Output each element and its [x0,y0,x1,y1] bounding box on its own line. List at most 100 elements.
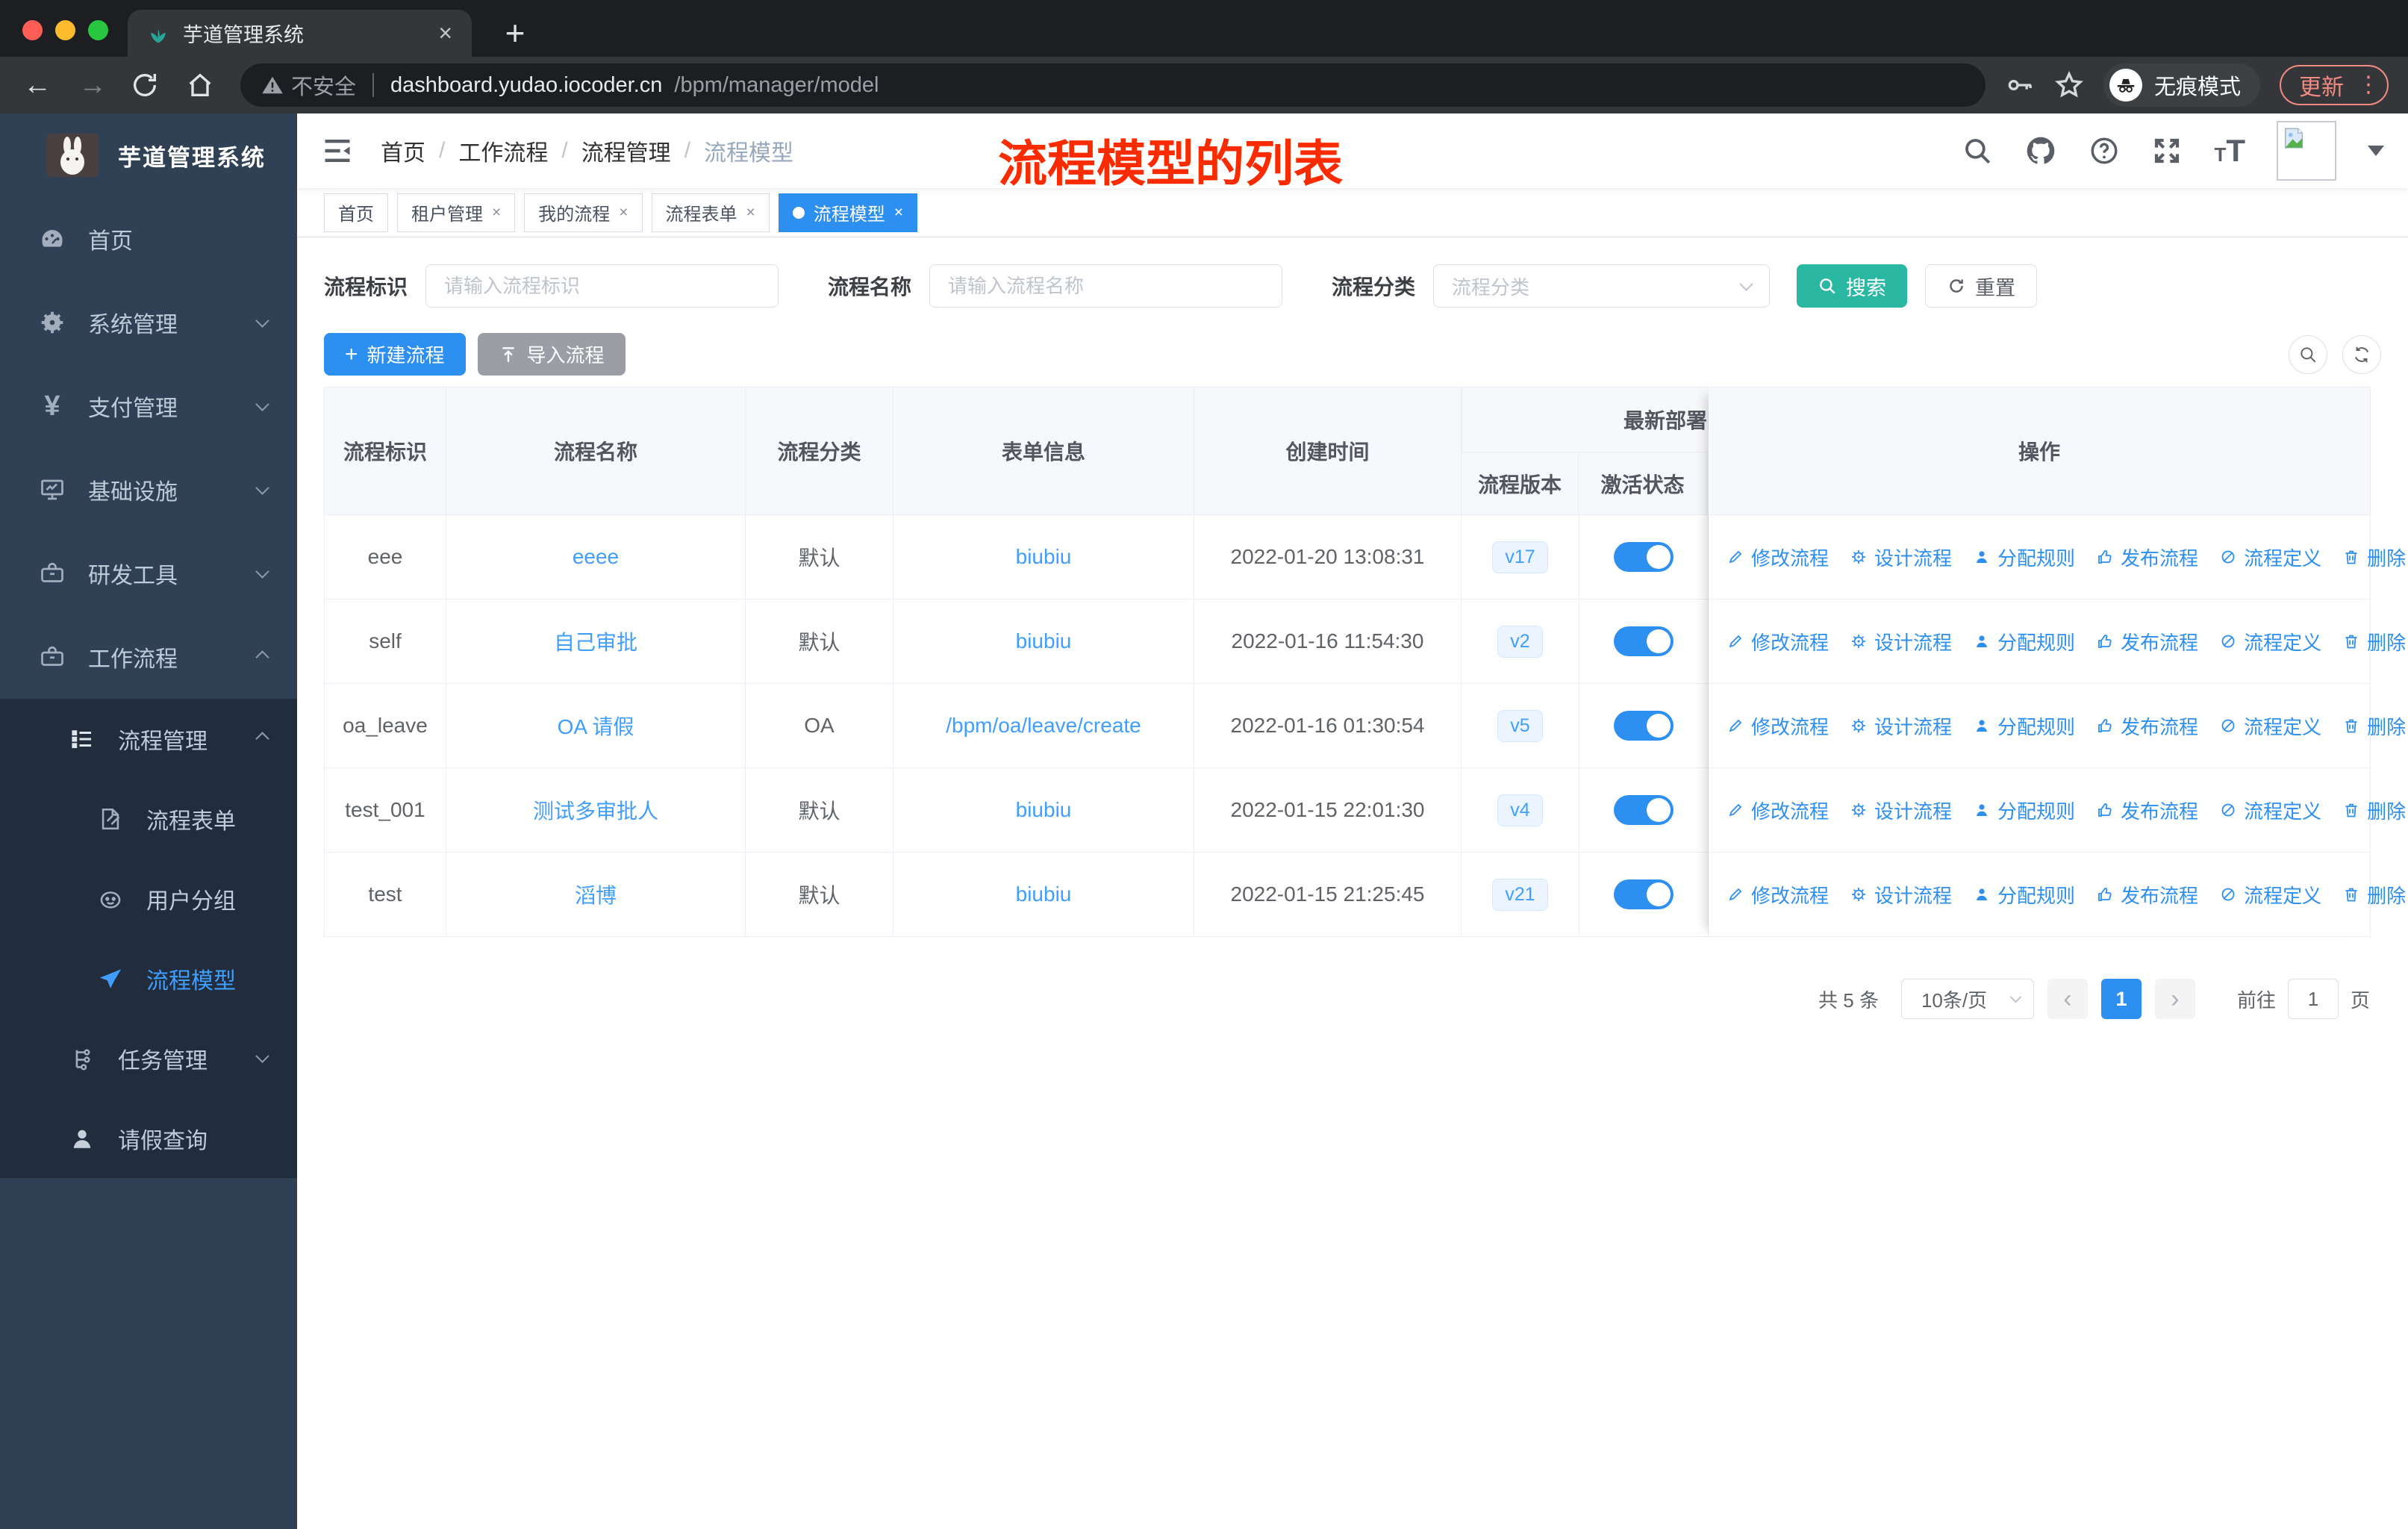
key-icon[interactable] [2005,70,2035,100]
search-icon[interactable] [1962,135,1993,166]
active-toggle[interactable] [1614,795,1674,825]
action-publish-process[interactable]: 发布流程 [2096,797,2198,824]
sidebar-item-workflow[interactable]: 工作流程 [0,615,297,699]
active-toggle[interactable] [1614,711,1674,741]
font-size-icon[interactable]: TT [2214,133,2245,169]
action-process-definition[interactable]: 流程定义 [2219,628,2321,655]
refresh-table-button[interactable] [2342,334,2381,374]
caret-down-icon[interactable] [2368,146,2384,156]
sidebar-item-user-group[interactable]: 用户分组 [0,859,297,938]
back-button[interactable]: ← [19,69,55,102]
import-process-button[interactable]: 导入流程 [477,333,626,376]
action-delete[interactable]: 删除 [2342,544,2406,571]
update-chip[interactable]: 更新 ⋮ [2280,65,2389,105]
action-design-process[interactable]: 设计流程 [1850,628,1952,655]
page-size-select[interactable]: 10条/页 [1900,979,2034,1019]
close-icon[interactable]: × [492,204,501,222]
action-design-process[interactable]: 设计流程 [1850,881,1952,909]
action-assign-rule[interactable]: 分配规则 [1973,797,2075,824]
process-name-link[interactable]: OA 请假 [558,711,634,741]
toggle-search-button[interactable] [2289,334,2327,374]
form-info-link[interactable]: biubiu [1016,882,1072,906]
browser-menu-icon[interactable]: ⋮ [2357,74,2380,96]
action-edit-process[interactable]: 修改流程 [1727,712,1829,740]
process-name-link[interactable]: 自己审批 [554,626,637,656]
form-info-link[interactable]: /bpm/oa/leave/create [946,714,1141,738]
hamburger-icon[interactable] [321,134,354,167]
action-process-definition[interactable]: 流程定义 [2219,797,2321,824]
action-assign-rule[interactable]: 分配规则 [1973,628,2075,655]
sidebar-item-infra[interactable]: 基础设施 [0,448,297,532]
search-button[interactable]: 搜索 [1797,264,1908,308]
action-process-definition[interactable]: 流程定义 [2219,544,2321,571]
new-tab-button[interactable]: + [493,10,537,55]
form-info-link[interactable]: biubiu [1016,629,1072,653]
sidebar-item-process-management[interactable]: 流程管理 [0,699,297,779]
window-controls[interactable] [22,20,108,40]
sidebar-item-leave-query[interactable]: 请假查询 [0,1098,297,1178]
reset-button[interactable]: 重置 [1925,264,2038,308]
tag-tenant[interactable]: 租户管理 × [397,193,516,232]
process-name-link[interactable]: eeee [573,545,619,569]
browser-tab[interactable]: 芋道管理系统 × [128,10,472,57]
fullscreen-icon[interactable] [2151,135,2183,166]
category-select[interactable]: 流程分类 [1433,264,1771,308]
create-process-button[interactable]: + 新建流程 [324,333,466,376]
action-edit-process[interactable]: 修改流程 [1727,544,1829,571]
action-edit-process[interactable]: 修改流程 [1727,797,1829,824]
action-design-process[interactable]: 设计流程 [1850,712,1952,740]
url-bar[interactable]: 不安全 dashboard.yudao.iocoder.cn/bpm/manag… [240,63,1986,107]
avatar[interactable] [2277,121,2336,181]
action-assign-rule[interactable]: 分配规则 [1973,712,2075,740]
tag-home[interactable]: 首页 [324,193,388,232]
action-edit-process[interactable]: 修改流程 [1727,881,1829,909]
sidebar-item-devtools[interactable]: 研发工具 [0,532,297,615]
process-key-input[interactable] [425,264,779,308]
sidebar-item-task-management[interactable]: 任务管理 [0,1018,297,1098]
tag-my-process[interactable]: 我的流程 × [524,193,643,232]
close-icon[interactable]: × [746,204,755,222]
breadcrumb-home[interactable]: 首页 [381,134,425,167]
minimize-window-button[interactable] [55,20,75,40]
tag-process-form[interactable]: 流程表单 × [651,193,770,232]
action-edit-process[interactable]: 修改流程 [1727,628,1829,655]
action-delete[interactable]: 删除 [2342,797,2406,824]
sidebar-item-home[interactable]: 首页 [0,197,297,281]
action-publish-process[interactable]: 发布流程 [2096,712,2198,740]
github-icon[interactable] [2024,134,2057,167]
action-delete[interactable]: 删除 [2342,881,2406,909]
zoom-window-button[interactable] [88,20,108,40]
action-publish-process[interactable]: 发布流程 [2096,881,2198,909]
action-design-process[interactable]: 设计流程 [1850,797,1952,824]
help-icon[interactable] [2089,135,2120,166]
goto-page-input[interactable] [2287,979,2339,1019]
close-window-button[interactable] [22,20,43,40]
bookmark-star-icon[interactable] [2054,70,2084,100]
active-toggle[interactable] [1614,626,1674,656]
page-1-button[interactable]: 1 [2100,979,2142,1019]
active-toggle[interactable] [1614,542,1674,572]
process-name-link[interactable]: 滔博 [575,879,617,909]
form-info-link[interactable]: biubiu [1016,545,1072,569]
next-page-button[interactable]: › [2154,979,2195,1019]
process-name-input[interactable] [929,264,1283,308]
action-publish-process[interactable]: 发布流程 [2096,544,2198,571]
prev-page-button[interactable]: ‹ [2047,979,2088,1019]
action-design-process[interactable]: 设计流程 [1850,544,1952,571]
action-assign-rule[interactable]: 分配规则 [1973,544,2075,571]
process-name-link[interactable]: 测试多审批人 [533,795,658,825]
sidebar-item-process-form[interactable]: 流程表单 [0,779,297,859]
sidebar-item-system[interactable]: 系统管理 [0,281,297,364]
action-delete[interactable]: 删除 [2342,712,2406,740]
action-process-definition[interactable]: 流程定义 [2219,712,2321,740]
reload-button[interactable] [130,70,166,100]
sidebar-item-process-model[interactable]: 流程模型 [0,938,297,1018]
action-process-definition[interactable]: 流程定义 [2219,881,2321,909]
active-toggle[interactable] [1614,879,1674,909]
close-icon[interactable]: × [619,204,628,222]
tab-close-icon[interactable]: × [438,19,452,47]
forward-button[interactable]: → [75,69,110,102]
close-icon[interactable]: × [894,204,903,222]
breadcrumb-process-management[interactable]: 流程管理 [581,134,671,167]
action-publish-process[interactable]: 发布流程 [2096,628,2198,655]
